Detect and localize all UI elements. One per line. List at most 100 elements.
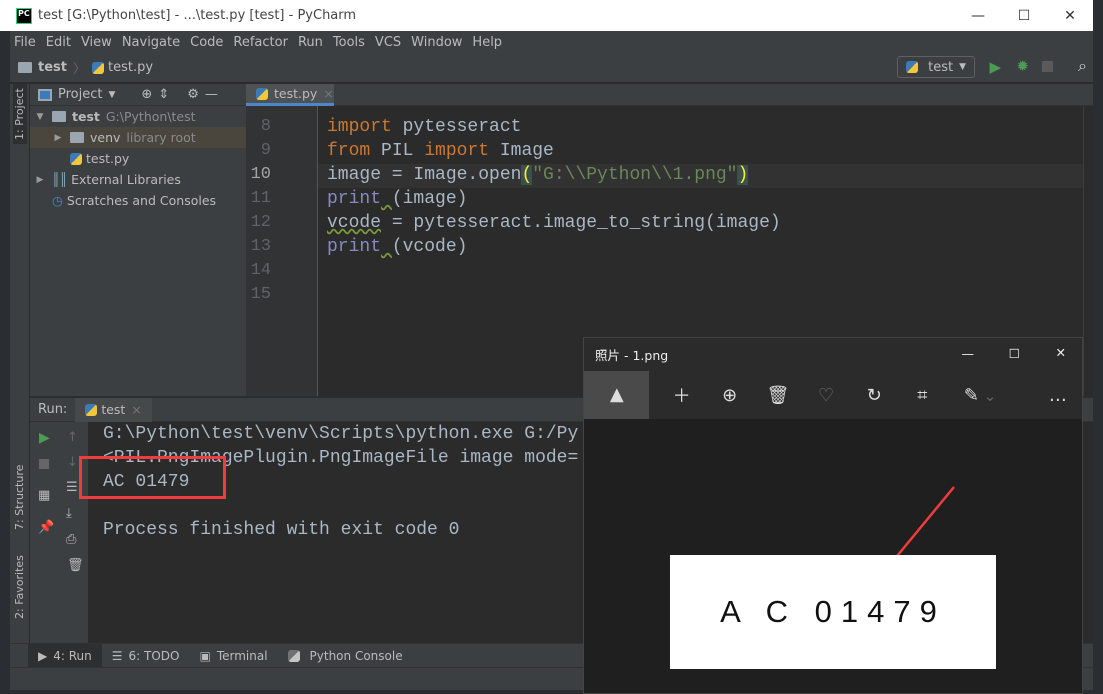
menu-code[interactable]: Code — [190, 35, 223, 50]
highlight-box — [79, 456, 226, 499]
run-tab-test[interactable]: test × — [75, 397, 152, 422]
code-line: from PIL import Image — [327, 141, 554, 161]
menu-run[interactable]: Run — [298, 35, 323, 50]
menu-bar: File Edit View Navigate Code Refactor Run Tools… — [10, 31, 1093, 53]
line-number: 14 — [250, 261, 271, 280]
favorites-side-tab[interactable]: 2: Favorites — [13, 555, 27, 619]
folder-icon — [18, 62, 32, 73]
tree-item-test-py[interactable]: test.py — [30, 148, 246, 169]
line-number: 11 — [250, 189, 271, 208]
code-line: print (image) — [327, 189, 468, 209]
crop-icon[interactable]: ⌗ — [898, 385, 946, 406]
maximize-button[interactable]: ☐ — [1001, 0, 1047, 31]
zoom-in-icon[interactable]: ⊕ — [706, 385, 754, 406]
python-file-icon — [92, 61, 104, 74]
pycharm-logo: PC _ — [16, 7, 32, 27]
project-side-tab[interactable]: 1: Project — [13, 84, 27, 144]
photos-minimize-button[interactable]: — — [962, 346, 975, 361]
tab-terminal[interactable]: ▣ Terminal — [189, 644, 277, 668]
run-icon[interactable]: ▶ — [989, 58, 1001, 76]
line-number: 15 — [250, 285, 271, 304]
edit-icon[interactable]: ✎ ⌄ — [946, 385, 1013, 406]
tree-item-scratches[interactable]: ◷ Scratches and Consoles — [30, 190, 246, 211]
menu-help[interactable]: Help — [472, 35, 502, 50]
trash-icon[interactable]: 🗑 — [67, 558, 84, 573]
close-button[interactable]: ✕ — [1047, 0, 1093, 31]
photos-title: 照片 - 1.png — [595, 348, 669, 363]
menu-view[interactable]: View — [81, 35, 112, 50]
editor-scrollbar[interactable] — [1083, 106, 1093, 396]
pin-icon[interactable]: 📌 — [38, 520, 54, 535]
breadcrumb-project[interactable]: test — [38, 60, 67, 75]
line-number: 8 — [260, 117, 271, 136]
up-icon[interactable]: ↑ — [67, 430, 78, 445]
tab-todo[interactable]: ☰ 6: TODO — [102, 644, 190, 668]
menu-tools[interactable]: Tools — [333, 35, 365, 50]
title-bar: PC _ test [G:\Python\test] - ...\test.py … — [0, 0, 1093, 31]
line-number: 12 — [250, 213, 271, 232]
menu-refactor[interactable]: Refactor — [233, 35, 288, 50]
navigation-bar: test 〉 test.py test ▼ ▶ ✹ ⌕ — [10, 53, 1093, 83]
photos-title-bar: 照片 - 1.png — ☐ ✕ — [584, 338, 1082, 371]
photos-toolbar: ▲ ＋ ⊕ 🗑 ♡ ↻ ⌗ ✎ ⌄ … — [584, 371, 1082, 419]
rotate-icon[interactable]: ↻ — [850, 385, 898, 406]
console-line: Process finished with exit code 0 — [103, 520, 460, 540]
line-number: 9 — [260, 141, 271, 160]
line-number: 13 — [250, 237, 271, 256]
debug-icon[interactable]: ✹ — [1016, 57, 1029, 75]
tab-python-console[interactable]: Python Console — [278, 644, 413, 668]
rerun-icon[interactable]: ▶ — [39, 430, 50, 446]
tab-run[interactable]: ▶ 4: Run — [28, 643, 102, 668]
code-line: vcode = pytesseract.image_to_string(imag… — [327, 213, 781, 233]
menu-navigate[interactable]: Navigate — [122, 35, 180, 50]
run-config-select[interactable]: test ▼ — [897, 56, 975, 78]
structure-side-tab[interactable]: 7: Structure — [13, 465, 27, 530]
captcha-image: A C 01479 — [670, 555, 996, 669]
menu-vcs[interactable]: VCS — [375, 35, 401, 50]
menu-edit[interactable]: Edit — [46, 35, 71, 50]
project-tree: ▼ test G:\Python\test ▶ venv library root te… — [30, 106, 246, 396]
line-number-gutter: 8 9 10 11 12 13 14 15 — [246, 106, 318, 396]
window-title: test [G:\Python\test] - ...\test.py [tes… — [38, 8, 357, 23]
project-view-select[interactable]: Project — [58, 87, 102, 102]
gear-icon[interactable]: ⚙ — [187, 87, 199, 102]
run-label: Run: — [38, 402, 68, 417]
breadcrumb-file[interactable]: test.py — [108, 60, 153, 75]
scroll-end-icon[interactable]: ⤓ — [66, 506, 72, 521]
project-icon — [38, 88, 52, 101]
print-icon[interactable]: ⎙ — [66, 532, 76, 547]
code-line: image = Image.open("G:\\Python\\1.png") — [327, 165, 749, 185]
project-panel-header: Project ▼ ⊕ ⇕ ⚙ — — [30, 84, 246, 106]
photos-window: 照片 - 1.png — ☐ ✕ ▲ ＋ ⊕ 🗑 ♡ ↻ ⌗ ✎ ⌄ … A C… — [583, 337, 1083, 694]
more-icon[interactable]: … — [1034, 385, 1082, 406]
code-line: import pytesseract — [327, 117, 522, 137]
collapse-icon[interactable]: ⇕ — [158, 87, 169, 102]
tree-item-test[interactable]: ▼ test G:\Python\test — [30, 106, 246, 127]
soft-wrap-icon[interactable]: ☰ — [66, 480, 78, 495]
layout-icon[interactable]: ▦ — [38, 488, 50, 503]
locate-icon[interactable]: ⊕ — [141, 87, 152, 102]
heart-icon[interactable]: ♡ — [802, 385, 850, 406]
add-icon[interactable]: ＋ — [657, 382, 705, 408]
close-tab-icon[interactable]: × — [323, 86, 333, 101]
photos-maximize-button[interactable]: ☐ — [1009, 346, 1020, 361]
tab-test-py[interactable]: test.py × — [246, 84, 334, 106]
python-icon — [906, 61, 919, 73]
code-line: print (vcode) — [327, 237, 468, 257]
tree-item-external-libraries[interactable]: ▶ ║║ External Libraries — [30, 169, 246, 190]
tree-item-venv[interactable]: ▶ venv library root — [30, 127, 246, 148]
menu-window[interactable]: Window — [411, 35, 462, 50]
left-tool-strip: 1: Project 7: Structure 2: Favorites — [10, 84, 30, 643]
delete-icon[interactable]: 🗑 — [754, 385, 802, 406]
minimize-button[interactable]: — — [955, 0, 1001, 31]
hide-icon[interactable]: — — [205, 87, 218, 102]
editor-tabs: test.py × — [246, 84, 1093, 106]
search-icon[interactable]: ⌕ — [1078, 56, 1087, 76]
stop-icon[interactable] — [1042, 61, 1053, 72]
run-config-label: test — [928, 59, 954, 75]
stop-icon[interactable] — [39, 459, 49, 469]
image-icon[interactable]: ▲ — [584, 371, 650, 419]
menu-file[interactable]: File — [14, 35, 36, 50]
photos-close-button[interactable]: ✕ — [1056, 345, 1066, 360]
down-icon[interactable]: ↓ — [67, 455, 78, 470]
